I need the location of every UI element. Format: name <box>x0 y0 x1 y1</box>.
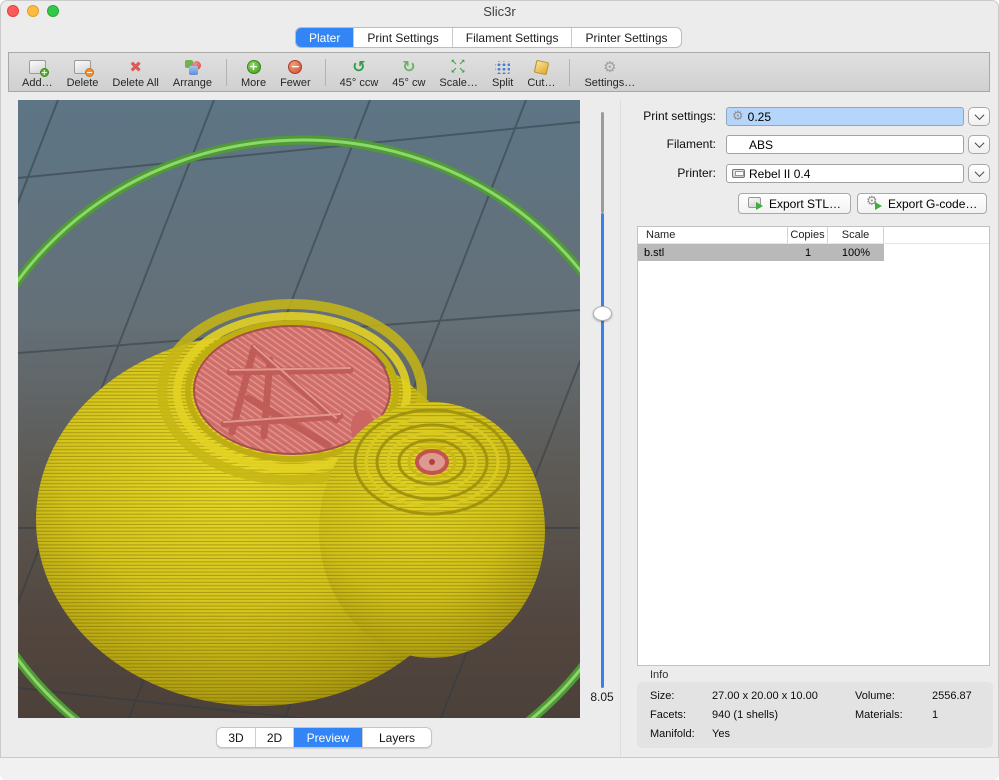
view-mode-tabs: 3D 2D Preview Layers <box>216 727 432 748</box>
export-stl-button[interactable]: Export STL… <box>738 193 851 214</box>
object-settings-button[interactable]: ⚙ Settings… <box>577 55 642 90</box>
view-tab-3d[interactable]: 3D <box>217 728 256 747</box>
gear-icon: ⚙ <box>603 58 616 76</box>
view-tab-preview[interactable]: Preview <box>294 728 363 747</box>
toolbar-separator <box>325 59 326 86</box>
slider-thumb[interactable] <box>593 306 612 321</box>
add-object-icon: + <box>29 58 46 76</box>
filament-icon-placeholder <box>732 144 745 145</box>
app-window: Slic3r Plater Print Settings Filament Se… <box>0 0 999 780</box>
split-object-icon <box>495 58 510 76</box>
status-bar <box>0 758 999 780</box>
view-tab-layers[interactable]: Layers <box>363 728 431 747</box>
printer-combo[interactable]: Rebel II 0.4 <box>726 164 964 183</box>
rotate-ccw-icon: ↺ <box>352 58 365 76</box>
slider-track-upper[interactable] <box>601 112 604 213</box>
gear-icon: ⚙ <box>732 110 744 123</box>
print-settings-label: Print settings: <box>622 109 716 123</box>
arrange-button[interactable]: Arrange <box>166 55 219 90</box>
facets-label: Facets: <box>650 709 686 721</box>
export-stl-icon <box>748 197 763 210</box>
rotate-cw-icon: ↻ <box>402 58 415 76</box>
delete-all-icon: ✖ <box>129 58 142 76</box>
printer-icon <box>732 169 745 178</box>
tab-print-settings[interactable]: Print Settings <box>354 28 452 47</box>
pane-divider <box>620 100 621 757</box>
main-tab-bar: Plater Print Settings Filament Settings … <box>295 27 682 48</box>
filament-dropdown-button[interactable] <box>968 135 990 154</box>
manifold-label: Manifold: <box>650 728 695 740</box>
view-tab-2d[interactable]: 2D <box>256 728 294 747</box>
size-label: Size: <box>650 690 674 702</box>
cell-scale: 100% <box>828 244 884 261</box>
materials-label: Materials: <box>855 709 903 721</box>
column-header-scale[interactable]: Scale <box>828 227 884 243</box>
tab-filament-settings[interactable]: Filament Settings <box>453 28 573 47</box>
delete-button[interactable]: − Delete <box>60 55 106 90</box>
3d-viewport[interactable] <box>18 100 580 718</box>
facets-value: 940 (1 shells) <box>712 709 778 721</box>
cut-object-icon <box>535 58 548 76</box>
printer-dropdown-button[interactable] <box>968 164 990 183</box>
export-gcode-icon: ⚙ <box>867 197 882 210</box>
column-header-copies[interactable]: Copies <box>788 227 828 243</box>
slider-track-lower[interactable] <box>601 213 604 688</box>
chevron-down-icon <box>974 138 984 148</box>
tab-plater[interactable]: Plater <box>296 28 354 47</box>
add-button[interactable]: + Add… <box>15 55 60 90</box>
title-bar: Slic3r <box>0 0 999 22</box>
toolbar-separator <box>226 59 227 86</box>
more-copies-icon: + <box>247 58 261 76</box>
volume-value: 2556.87 <box>932 690 972 702</box>
split-button[interactable]: Split <box>485 55 520 90</box>
cut-button[interactable]: Cut… <box>520 55 562 90</box>
plater-toolbar: + Add… − Delete ✖ Delete All Arrange + M… <box>8 52 990 92</box>
delete-object-icon: − <box>74 58 91 76</box>
column-header-empty <box>884 227 989 243</box>
print-settings-combo[interactable]: ⚙ 0.25 <box>726 107 964 126</box>
tab-printer-settings[interactable]: Printer Settings <box>572 28 680 47</box>
slider-value: 8.05 <box>584 690 620 704</box>
print-settings-dropdown-button[interactable] <box>968 107 990 126</box>
printer-label: Printer: <box>622 166 716 180</box>
rotate-cw-button[interactable]: ↻ 45° cw <box>385 55 432 90</box>
objects-table: Name Copies Scale b.stl 1 100% <box>637 226 990 666</box>
materials-value: 1 <box>932 709 938 721</box>
objects-table-header: Name Copies Scale <box>638 227 989 244</box>
size-value: 27.00 x 20.00 x 10.00 <box>712 690 818 702</box>
filament-combo[interactable]: ABS <box>726 135 964 154</box>
manifold-value: Yes <box>712 728 730 740</box>
arrange-objects-icon <box>184 58 201 76</box>
print-settings-value: 0.25 <box>748 110 771 124</box>
fewer-copies-icon: − <box>288 58 302 76</box>
filament-value: ABS <box>749 138 773 152</box>
delete-all-button[interactable]: ✖ Delete All <box>105 55 165 90</box>
info-section-title: Info <box>650 669 668 681</box>
chevron-down-icon <box>974 110 984 120</box>
window-title: Slic3r <box>0 4 999 19</box>
cell-copies: 1 <box>788 244 828 261</box>
rotate-ccw-button[interactable]: ↺ 45° ccw <box>333 55 386 90</box>
chevron-down-icon <box>974 167 984 177</box>
info-panel: Size: 27.00 x 20.00 x 10.00 Volume: 2556… <box>637 682 993 748</box>
layer-slider: 8.05 <box>582 100 622 718</box>
column-header-name[interactable]: Name <box>638 227 788 243</box>
cell-name: b.stl <box>638 244 788 261</box>
volume-label: Volume: <box>855 690 895 702</box>
small-dome-object <box>319 402 545 658</box>
settings-panel: Print settings: ⚙ 0.25 Filament: ABS Pri… <box>622 100 999 757</box>
printer-value: Rebel II 0.4 <box>749 167 810 181</box>
filament-label: Filament: <box>622 137 716 151</box>
scale-button[interactable]: ↖↗↙↘ Scale… <box>432 55 485 90</box>
table-row[interactable]: b.stl 1 100% <box>638 244 884 261</box>
toolbar-separator <box>569 59 570 86</box>
scale-arrows-icon: ↖↗↙↘ <box>451 58 467 76</box>
more-copies-button[interactable]: + More <box>234 55 273 90</box>
sliced-model-preview <box>18 100 580 718</box>
export-gcode-button[interactable]: ⚙ Export G-code… <box>857 193 987 214</box>
fewer-copies-button[interactable]: − Fewer <box>273 55 318 90</box>
